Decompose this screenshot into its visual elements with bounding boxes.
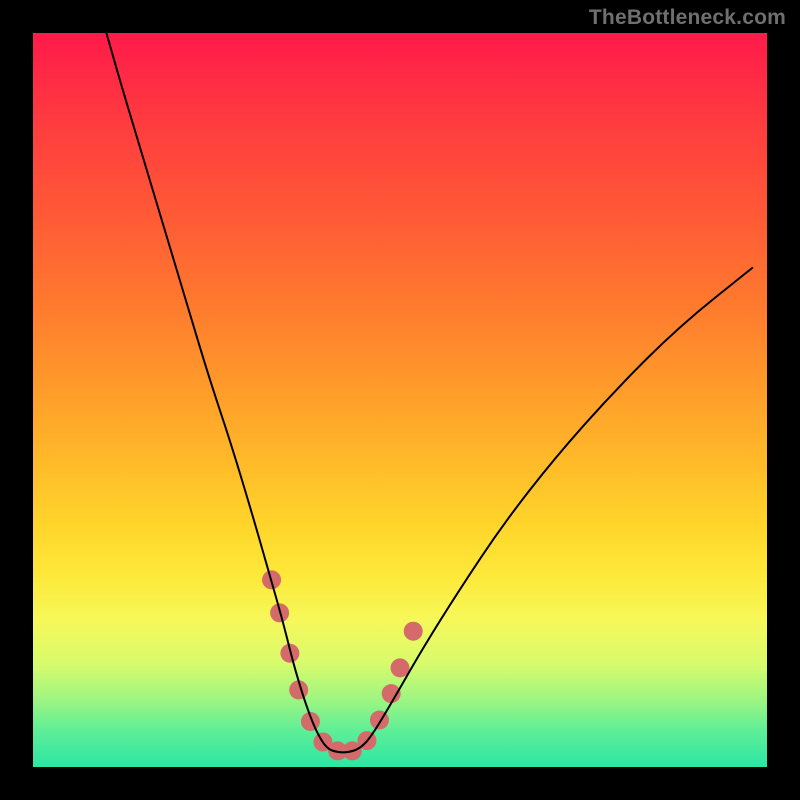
curve-marker bbox=[404, 622, 423, 641]
chart-svg bbox=[33, 33, 767, 767]
plot-area bbox=[33, 33, 767, 767]
marker-layer bbox=[262, 570, 423, 760]
chart-stage: TheBottleneck.com bbox=[0, 0, 800, 800]
watermark-text: TheBottleneck.com bbox=[589, 6, 786, 30]
bottleneck-curve bbox=[106, 33, 752, 752]
